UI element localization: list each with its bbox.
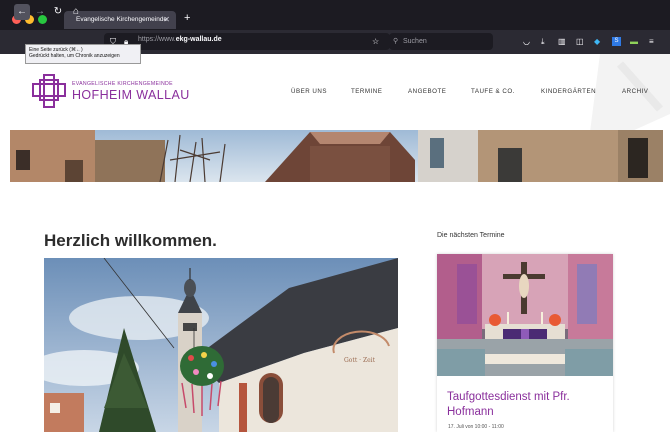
bookmark-star-icon[interactable]: ☆ — [372, 37, 379, 46]
url-prefix: https://www. — [138, 36, 176, 43]
sidebar-icon[interactable]: ◫ — [576, 37, 584, 46]
back-arrow-icon[interactable]: ← — [14, 4, 30, 20]
extension-green-icon[interactable]: ▬ — [630, 37, 638, 46]
extension-icon[interactable]: ◆ — [594, 37, 600, 46]
logo-subtitle[interactable]: EVANGELISCHE KIRCHENGEMEINDE — [72, 81, 173, 87]
menu-item-archiv[interactable]: ARCHIV — [622, 88, 648, 95]
extension-s-icon[interactable]: S — [612, 37, 621, 46]
event-date: 17. Juli von 10:00 - 11:00 — [448, 424, 504, 430]
url-text[interactable]: https://www.ekg-wallau.de — [138, 36, 222, 43]
menu-item-taufe[interactable]: TAUFE & CO. — [471, 88, 515, 95]
library-icon[interactable]: ▥ — [558, 37, 566, 46]
menu-item-angebote[interactable]: ANGEBOTE — [408, 88, 446, 95]
url-domain: ekg-wallau.de — [175, 36, 222, 43]
menu-item-ueber-uns[interactable]: ÜBER UNS — [291, 88, 327, 95]
search-input[interactable]: ⚲ Suchen — [389, 33, 493, 50]
search-placeholder: Suchen — [403, 38, 427, 45]
logo-title[interactable]: HOFHEIM WALLAU — [72, 88, 190, 102]
menu-item-termine[interactable]: TERMINE — [351, 88, 382, 95]
church-photo[interactable]: Gott · Zeit — [44, 258, 398, 432]
banner-image — [10, 130, 663, 182]
back-button-tooltip: Eine Seite zurück (⌘←) Gedrückt halten, … — [25, 44, 141, 64]
welcome-heading: Herzlich willkommen. — [44, 231, 217, 250]
forward-arrow-icon[interactable]: → — [32, 4, 48, 20]
menu-item-kindergaerten[interactable]: KINDERGÄRTEN — [541, 88, 596, 95]
logo-cross-icon[interactable] — [32, 74, 66, 108]
event-title[interactable]: Taufgottesdienst mit Pfr. Hofmann — [447, 390, 607, 420]
new-tab-button[interactable]: + — [184, 12, 190, 24]
reload-icon[interactable]: ↻ — [50, 4, 66, 20]
event-card-image[interactable] — [437, 254, 613, 376]
tooltip-line-2: Gedrückt halten, um Chronik anzuzeigen — [29, 53, 120, 59]
pocket-icon[interactable]: ◡ — [523, 37, 530, 46]
home-icon[interactable]: ⌂ — [68, 4, 84, 20]
svg-text:Gott · Zeit: Gott · Zeit — [344, 357, 376, 364]
close-icon[interactable]: ✕ — [163, 11, 170, 29]
downloads-icon[interactable]: ⤓ — [541, 37, 545, 47]
menu-icon[interactable]: ≡ — [649, 37, 654, 46]
upcoming-events-heading: Die nächsten Termine — [437, 232, 505, 239]
tab-title: Evangelische Kirchengemeinde — [76, 16, 168, 23]
search-icon: ⚲ — [393, 38, 399, 45]
